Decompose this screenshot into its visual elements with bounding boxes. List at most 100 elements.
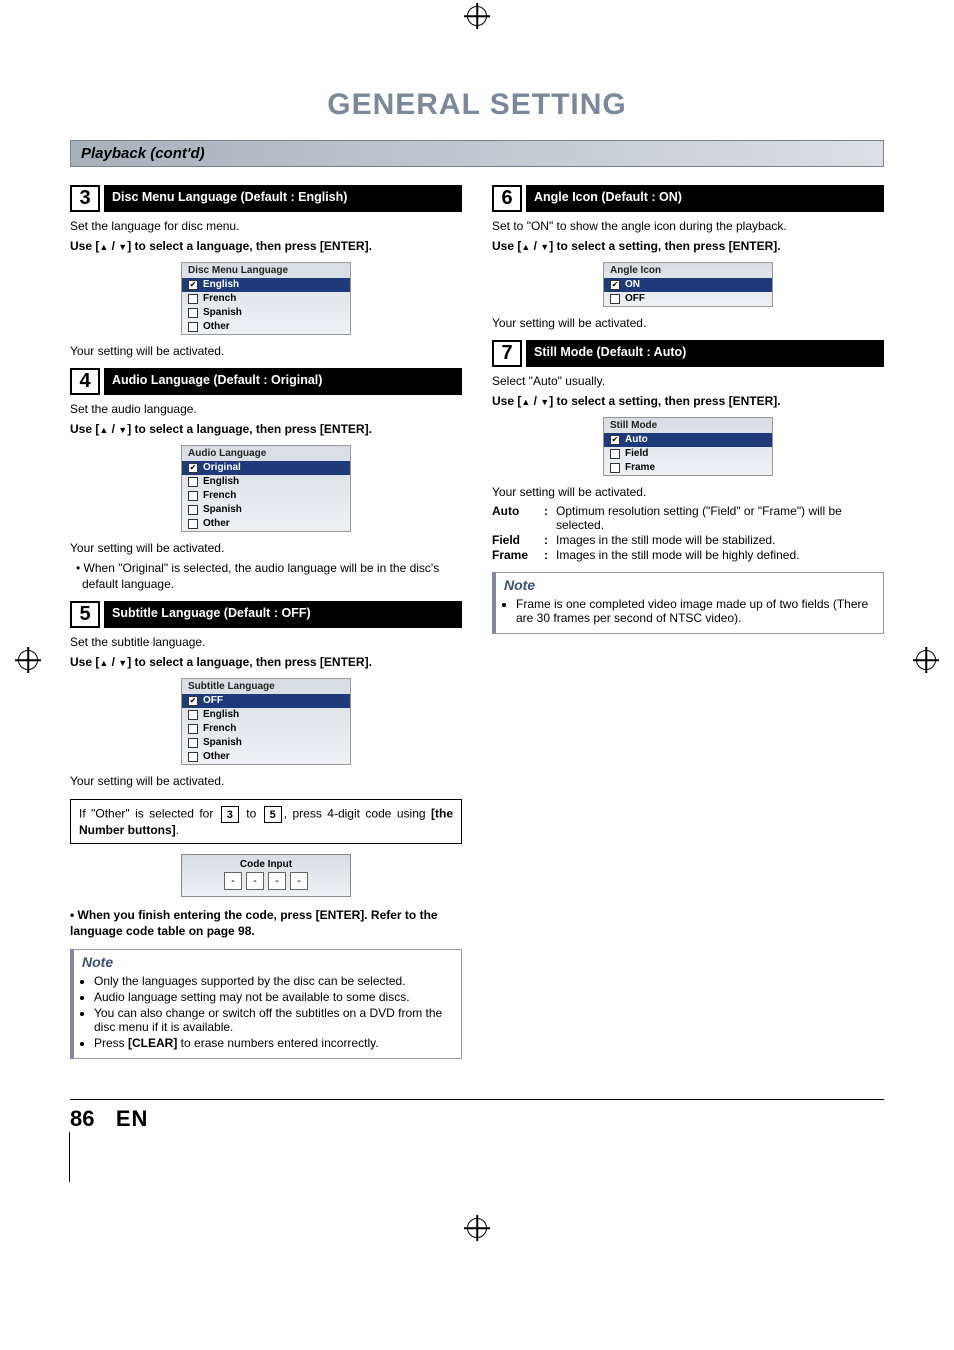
osd-title: Angle Icon <box>604 263 772 278</box>
down-arrow-icon <box>118 655 127 669</box>
step-7-header: 7 Still Mode (Default : Auto) <box>492 340 884 367</box>
osd-item: Other <box>182 517 350 531</box>
step-6-outro: Your setting will be activated. <box>492 315 884 331</box>
step-4-bullet: • When "Original" is selected, the audio… <box>76 560 462 592</box>
up-arrow-icon <box>521 394 530 408</box>
subtitle-language-osd: Subtitle Language OFF English French Spa… <box>181 678 351 765</box>
up-arrow-icon <box>99 655 108 669</box>
osd-item: Spanish <box>182 503 350 517</box>
def-row: Auto: Optimum resolution setting ("Field… <box>492 504 884 532</box>
osd-item: French <box>182 722 350 736</box>
osd-item-selected: Auto <box>604 433 772 447</box>
checkbox-icon <box>610 449 620 459</box>
page-number: 86 <box>70 1106 94 1131</box>
step-3-header: 3 Disc Menu Language (Default : English) <box>70 185 462 212</box>
step-7-title: Still Mode (Default : Auto) <box>526 340 884 367</box>
step-4-intro: Set the audio language. <box>70 401 462 417</box>
after-code-instruction: • When you finish entering the code, pre… <box>70 907 462 939</box>
code-digit: - <box>224 872 242 890</box>
step-7-number: 7 <box>492 340 522 367</box>
osd-item: English <box>182 475 350 489</box>
step-6-header: 6 Angle Icon (Default : ON) <box>492 185 884 212</box>
osd-item: Other <box>182 750 350 764</box>
step-4-header: 4 Audio Language (Default : Original) <box>70 368 462 395</box>
down-arrow-icon <box>118 422 127 436</box>
page-language: EN <box>116 1106 149 1131</box>
def-row: Field: Images in the still mode will be … <box>492 533 884 547</box>
step-7-intro: Select "Auto" usually. <box>492 373 884 389</box>
down-arrow-icon <box>540 239 549 253</box>
osd-item-selected: OFF <box>182 694 350 708</box>
step-4-outro: Your setting will be activated. <box>70 540 462 556</box>
note-item: Press [CLEAR] to erase numbers entered i… <box>94 1036 453 1050</box>
note-item: Frame is one completed video image made … <box>516 597 875 625</box>
code-input-osd: Code Input - - - - <box>181 854 351 897</box>
down-arrow-icon <box>540 394 549 408</box>
right-column: 6 Angle Icon (Default : ON) Set to "ON" … <box>492 177 884 1069</box>
checkbox-icon <box>188 505 198 515</box>
checkmark-icon <box>188 696 198 706</box>
other-selected-note: If "Other" is selected for 3 to 5, press… <box>70 799 462 844</box>
step-5-header: 5 Subtitle Language (Default : OFF) <box>70 601 462 628</box>
section-header: Playback (cont'd) <box>70 140 884 167</box>
step-ref-5: 5 <box>264 806 282 823</box>
step-5-number: 5 <box>70 601 100 628</box>
checkbox-icon <box>188 519 198 529</box>
register-mark-bottom <box>467 1218 487 1238</box>
step-3-title: Disc Menu Language (Default : English) <box>104 185 462 212</box>
register-mark-top <box>467 6 487 26</box>
step-6-intro: Set to "ON" to show the angle icon durin… <box>492 218 884 234</box>
osd-title: Still Mode <box>604 418 772 433</box>
step-5-title: Subtitle Language (Default : OFF) <box>104 601 462 628</box>
checkmark-icon <box>188 280 198 290</box>
step-5-instruction: Use [ / ] to select a language, then pre… <box>70 654 462 670</box>
code-digit: - <box>290 872 308 890</box>
down-arrow-icon <box>118 239 127 253</box>
note-heading: Note <box>496 573 883 593</box>
note-block-left: Note Only the languages supported by the… <box>70 949 462 1059</box>
step-4-number: 4 <box>70 368 100 395</box>
osd-item: English <box>182 708 350 722</box>
osd-item: French <box>182 489 350 503</box>
osd-item: OFF <box>604 292 772 306</box>
checkmark-icon <box>610 435 620 445</box>
osd-item: Spanish <box>182 306 350 320</box>
checkbox-icon <box>188 752 198 762</box>
angle-icon-osd: Angle Icon ON OFF <box>603 262 773 307</box>
osd-title: Disc Menu Language <box>182 263 350 278</box>
osd-title: Audio Language <box>182 446 350 461</box>
note-item: You can also change or switch off the su… <box>94 1006 453 1034</box>
checkmark-icon <box>188 463 198 473</box>
note-heading: Note <box>74 950 461 970</box>
step-6-instruction: Use [ / ] to select a setting, then pres… <box>492 238 884 254</box>
audio-language-osd: Audio Language Original English French S… <box>181 445 351 532</box>
osd-item-selected: English <box>182 278 350 292</box>
checkbox-icon <box>188 738 198 748</box>
page-footer: 86 EN <box>70 1099 884 1182</box>
code-digit: - <box>246 872 264 890</box>
osd-item-selected: Original <box>182 461 350 475</box>
still-mode-osd: Still Mode Auto Field Frame <box>603 417 773 476</box>
checkbox-icon <box>188 710 198 720</box>
step-4-instruction: Use [ / ] to select a language, then pre… <box>70 421 462 437</box>
step-5-intro: Set the subtitle language. <box>70 634 462 650</box>
checkbox-icon <box>610 463 620 473</box>
up-arrow-icon <box>521 239 530 253</box>
checkbox-icon <box>188 491 198 501</box>
note-block-right: Note Frame is one completed video image … <box>492 572 884 634</box>
step-6-title: Angle Icon (Default : ON) <box>526 185 884 212</box>
step-3-number: 3 <box>70 185 100 212</box>
code-input-title: Code Input <box>182 855 350 872</box>
note-item: Only the languages supported by the disc… <box>94 974 453 988</box>
page-title: GENERAL SETTING <box>70 88 884 122</box>
checkbox-icon <box>610 294 620 304</box>
checkbox-icon <box>188 308 198 318</box>
osd-item-selected: ON <box>604 278 772 292</box>
step-3-intro: Set the language for disc menu. <box>70 218 462 234</box>
step-ref-3: 3 <box>221 806 239 823</box>
step-3-outro: Your setting will be activated. <box>70 343 462 359</box>
step-7-instruction: Use [ / ] to select a setting, then pres… <box>492 393 884 409</box>
osd-item: Other <box>182 320 350 334</box>
osd-item: Field <box>604 447 772 461</box>
note-item: Audio language setting may not be availa… <box>94 990 453 1004</box>
